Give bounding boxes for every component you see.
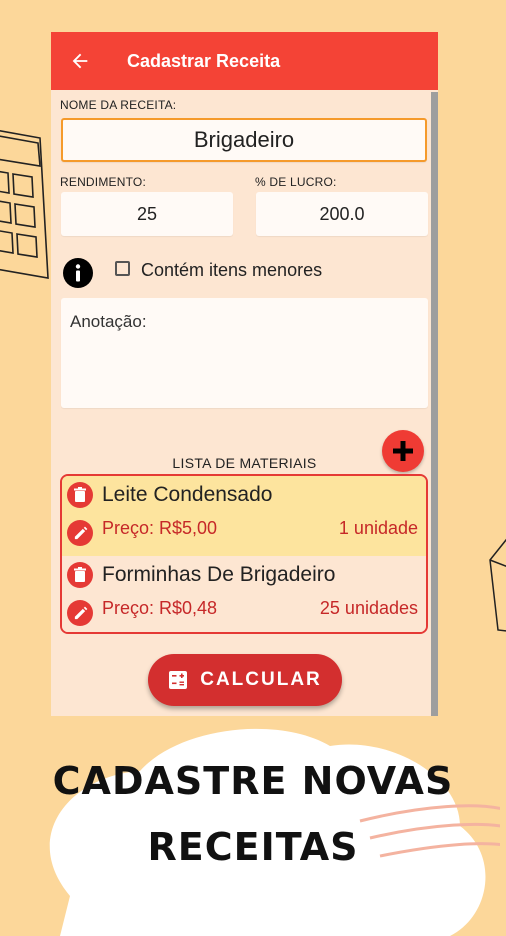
notes-textarea[interactable]: Anotação: (61, 298, 428, 408)
material-quantity: 1 unidade (338, 518, 418, 538)
yield-value: 25 (136, 203, 158, 224)
delete-button[interactable] (67, 562, 93, 588)
notes-placeholder: Anotação: (70, 312, 147, 331)
recipe-name-value: Brigadeiro (193, 127, 295, 152)
calculate-button[interactable]: CALCULAR (148, 654, 342, 706)
info-icon[interactable] (63, 258, 93, 288)
materials-list-title: LISTA DE MATERIAIS (172, 455, 317, 471)
material-price: Preço: R$0,48 (102, 598, 218, 618)
app-screen: Cadastrar Receita NOME DA RECEITA: Briga… (51, 32, 438, 716)
material-name: Leite Condensado (102, 483, 273, 506)
list-item[interactable]: Forminhas De Brigadeiro Preço: R$0,48 25… (62, 556, 426, 632)
recipe-name-input[interactable]: Brigadeiro (61, 118, 427, 162)
app-bar: Cadastrar Receita (51, 32, 438, 90)
profit-label: % DE LUCRO: (255, 175, 337, 189)
trash-icon (74, 567, 86, 582)
calculator-sketch-decoration (0, 130, 49, 279)
calculator-icon (169, 671, 188, 689)
recipe-name-label: NOME DA RECEITA: (60, 98, 177, 112)
plus-icon (393, 441, 413, 461)
calculate-label: CALCULAR (200, 669, 322, 690)
page-title: Cadastrar Receita (127, 50, 281, 71)
contains-smaller-items-label[interactable]: Contém itens menores (141, 260, 322, 281)
add-material-button[interactable] (382, 430, 424, 472)
trash-icon (74, 487, 86, 502)
edit-button[interactable] (67, 520, 93, 546)
back-button[interactable] (51, 32, 109, 90)
sketch-decoration (489, 538, 506, 632)
material-name: Forminhas De Brigadeiro (102, 563, 336, 586)
pencil-icon (74, 526, 87, 539)
material-price: Preço: R$5,00 (102, 518, 218, 538)
delete-button[interactable] (67, 482, 93, 508)
arrow-left-icon (72, 53, 88, 69)
profit-value: 200.0 (319, 203, 365, 224)
promo-headline-line2: RECEITAS (147, 825, 359, 869)
materials-list: Leite Condensado Preço: R$5,00 1 unidade… (60, 474, 428, 634)
edit-button[interactable] (67, 600, 93, 626)
list-item[interactable]: Leite Condensado Preço: R$5,00 1 unidade (62, 476, 426, 556)
yield-label: RENDIMENTO: (60, 175, 146, 189)
promo-headline-line1: CADASTRE NOVAS (52, 759, 454, 803)
profit-input[interactable]: 200.0 (256, 192, 428, 236)
contains-smaller-items-checkbox[interactable] (115, 261, 130, 276)
pencil-icon (74, 606, 87, 619)
yield-input[interactable]: 25 (61, 192, 233, 236)
scrollbar[interactable] (431, 92, 438, 716)
material-quantity: 25 unidades (319, 598, 418, 618)
